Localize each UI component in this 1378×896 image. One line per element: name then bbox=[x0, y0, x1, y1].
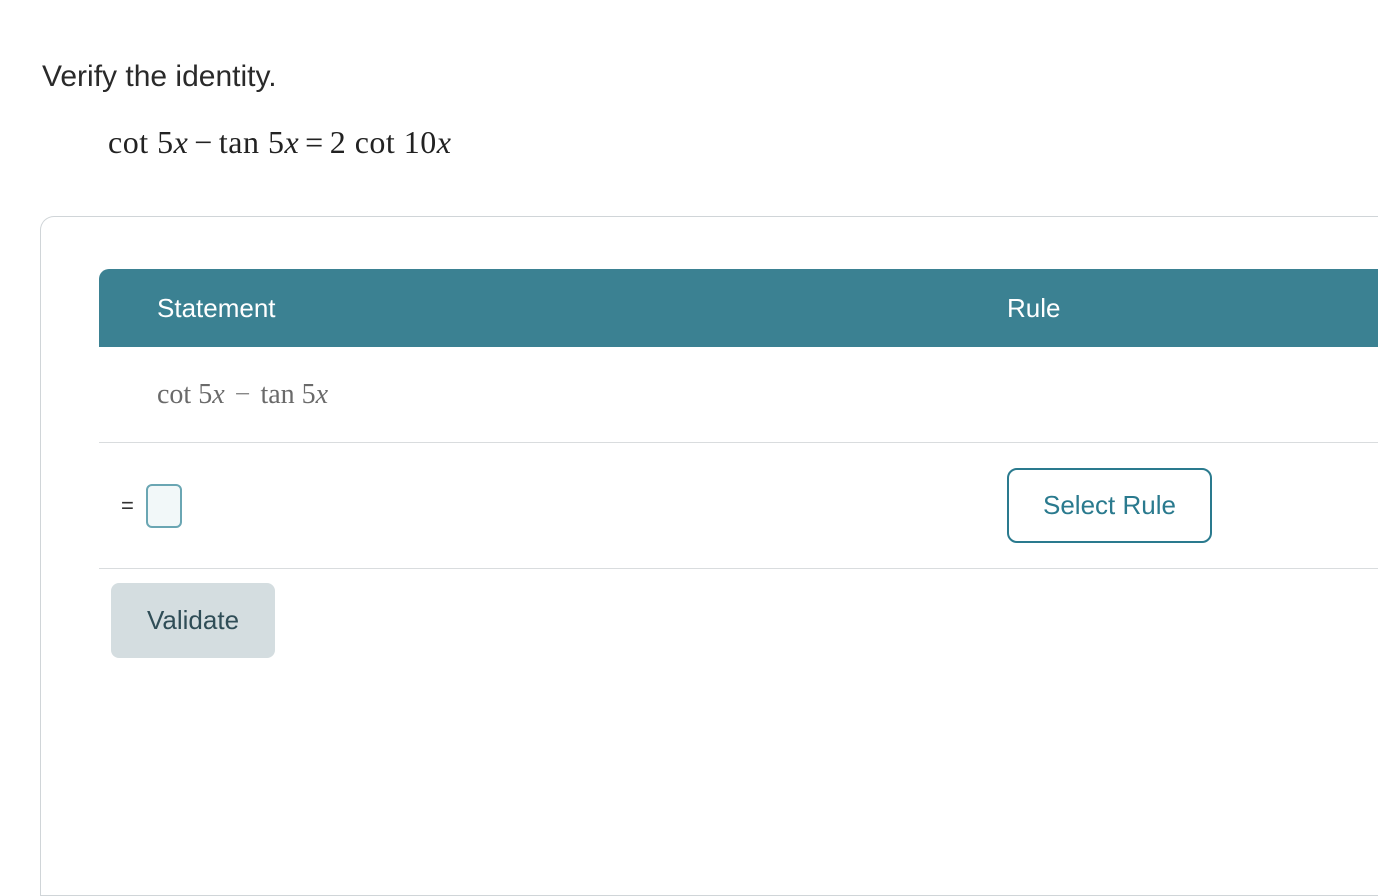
identity-equation: cot 5x−tan 5x=2 cot 10x bbox=[0, 94, 1378, 161]
statement-cell: cot 5x−tan 5x bbox=[99, 379, 1007, 411]
table-row: = Select Rule bbox=[99, 443, 1378, 569]
header-rule: Rule bbox=[1007, 293, 1060, 324]
proof-panel: Statement Rule cot 5x−tan 5x = Select Ru… bbox=[40, 216, 1378, 896]
proof-table: Statement Rule cot 5x−tan 5x = Select Ru… bbox=[99, 269, 1378, 658]
answer-input[interactable] bbox=[146, 484, 182, 528]
header-statement: Statement bbox=[99, 293, 1007, 324]
equals-sign: = bbox=[121, 493, 134, 519]
table-row: cot 5x−tan 5x bbox=[99, 347, 1378, 443]
select-rule-button[interactable]: Select Rule bbox=[1007, 468, 1212, 543]
footer-row: Validate bbox=[99, 569, 1378, 658]
instruction-text: Verify the identity. bbox=[0, 0, 1378, 94]
table-header-row: Statement Rule bbox=[99, 269, 1378, 347]
rule-cell: Select Rule bbox=[1007, 468, 1212, 543]
validate-button[interactable]: Validate bbox=[111, 583, 275, 658]
statement-cell: = bbox=[99, 484, 1007, 528]
